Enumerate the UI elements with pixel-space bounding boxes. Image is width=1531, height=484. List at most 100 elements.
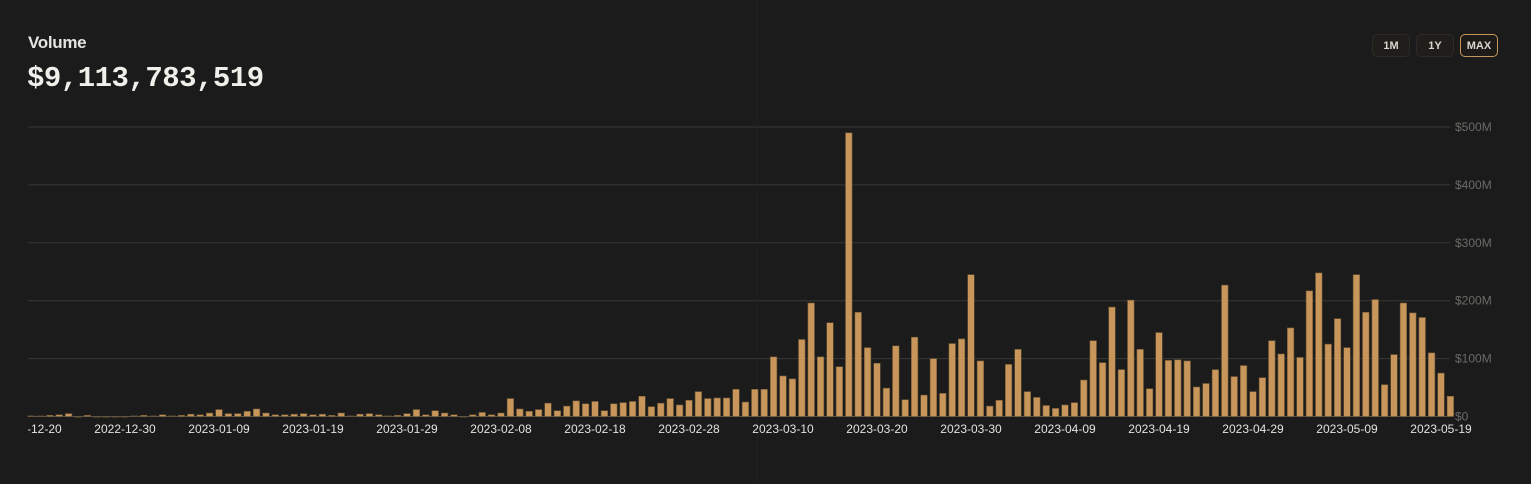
volume-bar[interactable] bbox=[816, 356, 825, 417]
volume-bar[interactable] bbox=[403, 413, 411, 417]
volume-bar[interactable] bbox=[1033, 397, 1041, 417]
volume-bar[interactable] bbox=[910, 336, 919, 417]
volume-bar[interactable] bbox=[638, 395, 646, 417]
volume-bar[interactable] bbox=[1136, 349, 1144, 417]
volume-bar[interactable] bbox=[1268, 340, 1276, 417]
volume-bar[interactable] bbox=[1099, 362, 1107, 417]
volume-bar[interactable] bbox=[112, 416, 120, 418]
volume-bar[interactable] bbox=[1155, 332, 1163, 417]
volume-bar[interactable] bbox=[516, 408, 524, 417]
volume-bar[interactable] bbox=[309, 414, 317, 417]
volume-bar[interactable] bbox=[525, 410, 533, 417]
volume-bar[interactable] bbox=[939, 393, 947, 417]
volume-bar[interactable] bbox=[751, 388, 759, 417]
volume-bar[interactable] bbox=[159, 414, 167, 417]
volume-bar[interactable] bbox=[187, 413, 195, 417]
volume-bar[interactable] bbox=[168, 415, 176, 417]
volume-bar[interactable] bbox=[694, 391, 702, 417]
volume-bar[interactable] bbox=[591, 401, 599, 417]
volume-bar[interactable] bbox=[760, 388, 768, 417]
volume-bar[interactable] bbox=[976, 360, 984, 417]
volume-bar[interactable] bbox=[882, 387, 890, 417]
volume-bar[interactable] bbox=[1089, 340, 1097, 417]
volume-bar[interactable] bbox=[1334, 318, 1342, 417]
volume-bar[interactable] bbox=[121, 416, 129, 418]
volume-bar[interactable] bbox=[1202, 383, 1210, 417]
volume-bar[interactable] bbox=[901, 399, 909, 417]
volume-bar[interactable] bbox=[224, 413, 233, 417]
volume-bar[interactable] bbox=[572, 400, 580, 417]
volume-bar[interactable] bbox=[685, 399, 693, 417]
volume-bar[interactable] bbox=[1343, 347, 1351, 417]
volume-bar[interactable] bbox=[487, 414, 496, 417]
volume-bar[interactable] bbox=[675, 404, 684, 417]
volume-bar[interactable] bbox=[262, 412, 270, 417]
volume-bar[interactable] bbox=[356, 413, 364, 417]
volume-bar[interactable] bbox=[1371, 299, 1379, 417]
volume-bar[interactable] bbox=[27, 415, 35, 417]
volume-bar[interactable] bbox=[74, 416, 82, 418]
volume-bar[interactable] bbox=[1277, 353, 1285, 417]
volume-bar[interactable] bbox=[863, 347, 872, 417]
volume-bar[interactable] bbox=[1305, 290, 1313, 417]
volume-bar[interactable] bbox=[440, 412, 449, 417]
volume-bar[interactable] bbox=[196, 414, 204, 417]
volume-bar[interactable] bbox=[83, 415, 91, 417]
volume-bar[interactable] bbox=[1193, 386, 1201, 417]
volume-bar[interactable] bbox=[140, 415, 148, 417]
volume-bar[interactable] bbox=[1418, 317, 1426, 417]
volume-bar[interactable] bbox=[581, 403, 590, 417]
volume-bar[interactable] bbox=[318, 413, 327, 417]
volume-bar[interactable] bbox=[553, 410, 561, 417]
volume-bar[interactable] bbox=[1146, 388, 1154, 417]
volume-bar[interactable] bbox=[337, 412, 345, 417]
volume-bar[interactable] bbox=[1164, 360, 1172, 417]
volume-bar[interactable] bbox=[243, 410, 251, 417]
volume-bar[interactable] bbox=[628, 401, 637, 417]
volume-bar[interactable] bbox=[65, 413, 73, 417]
volume-bar[interactable] bbox=[722, 397, 731, 417]
volume-bar[interactable] bbox=[929, 358, 937, 417]
volume-bar[interactable] bbox=[563, 405, 571, 417]
volume-bar[interactable] bbox=[271, 414, 280, 417]
volume-bar[interactable] bbox=[506, 398, 515, 417]
volume-bar[interactable] bbox=[995, 399, 1003, 417]
volume-bar[interactable] bbox=[1174, 359, 1182, 417]
volume-bar[interactable] bbox=[807, 302, 815, 417]
volume-bar[interactable] bbox=[1070, 402, 1078, 417]
volume-bar[interactable] bbox=[1362, 311, 1370, 417]
volume-bar[interactable] bbox=[1399, 302, 1407, 417]
volume-bar[interactable] bbox=[957, 338, 966, 417]
volume-bar[interactable] bbox=[1014, 349, 1022, 417]
volume-bar[interactable] bbox=[544, 402, 552, 417]
volume-bar[interactable] bbox=[779, 375, 787, 417]
volume-bar[interactable] bbox=[657, 402, 665, 417]
volume-bar[interactable] bbox=[431, 410, 439, 417]
volume-bar[interactable] bbox=[1061, 404, 1069, 417]
volume-bar[interactable] bbox=[46, 415, 54, 417]
volume-bar[interactable] bbox=[1446, 395, 1454, 417]
volume-bar[interactable] bbox=[384, 415, 392, 417]
volume-bar[interactable] bbox=[619, 402, 627, 417]
volume-bar[interactable] bbox=[1296, 357, 1304, 417]
volume-bar[interactable] bbox=[93, 416, 101, 418]
volume-bar[interactable] bbox=[459, 416, 468, 418]
volume-bar[interactable] bbox=[920, 394, 928, 417]
volume-bar[interactable] bbox=[1437, 372, 1445, 417]
volume-bar[interactable] bbox=[412, 409, 421, 417]
volume-bar[interactable] bbox=[769, 356, 778, 417]
volume-bar[interactable] bbox=[1080, 379, 1088, 417]
volume-bar[interactable] bbox=[1315, 272, 1323, 417]
volume-bar[interactable] bbox=[149, 415, 157, 417]
volume-bar[interactable] bbox=[845, 132, 853, 417]
volume-bar[interactable] bbox=[1428, 352, 1436, 417]
volume-bar[interactable] bbox=[206, 412, 214, 417]
volume-bar[interactable] bbox=[741, 401, 749, 417]
volume-bar[interactable] bbox=[1211, 369, 1219, 417]
volume-bar[interactable] bbox=[1409, 312, 1417, 417]
volume-bar[interactable] bbox=[1352, 274, 1360, 417]
volume-bar[interactable] bbox=[873, 362, 881, 417]
volume-bar[interactable] bbox=[1390, 354, 1398, 417]
volume-bar[interactable] bbox=[1221, 284, 1229, 417]
volume-bar[interactable] bbox=[422, 414, 430, 417]
